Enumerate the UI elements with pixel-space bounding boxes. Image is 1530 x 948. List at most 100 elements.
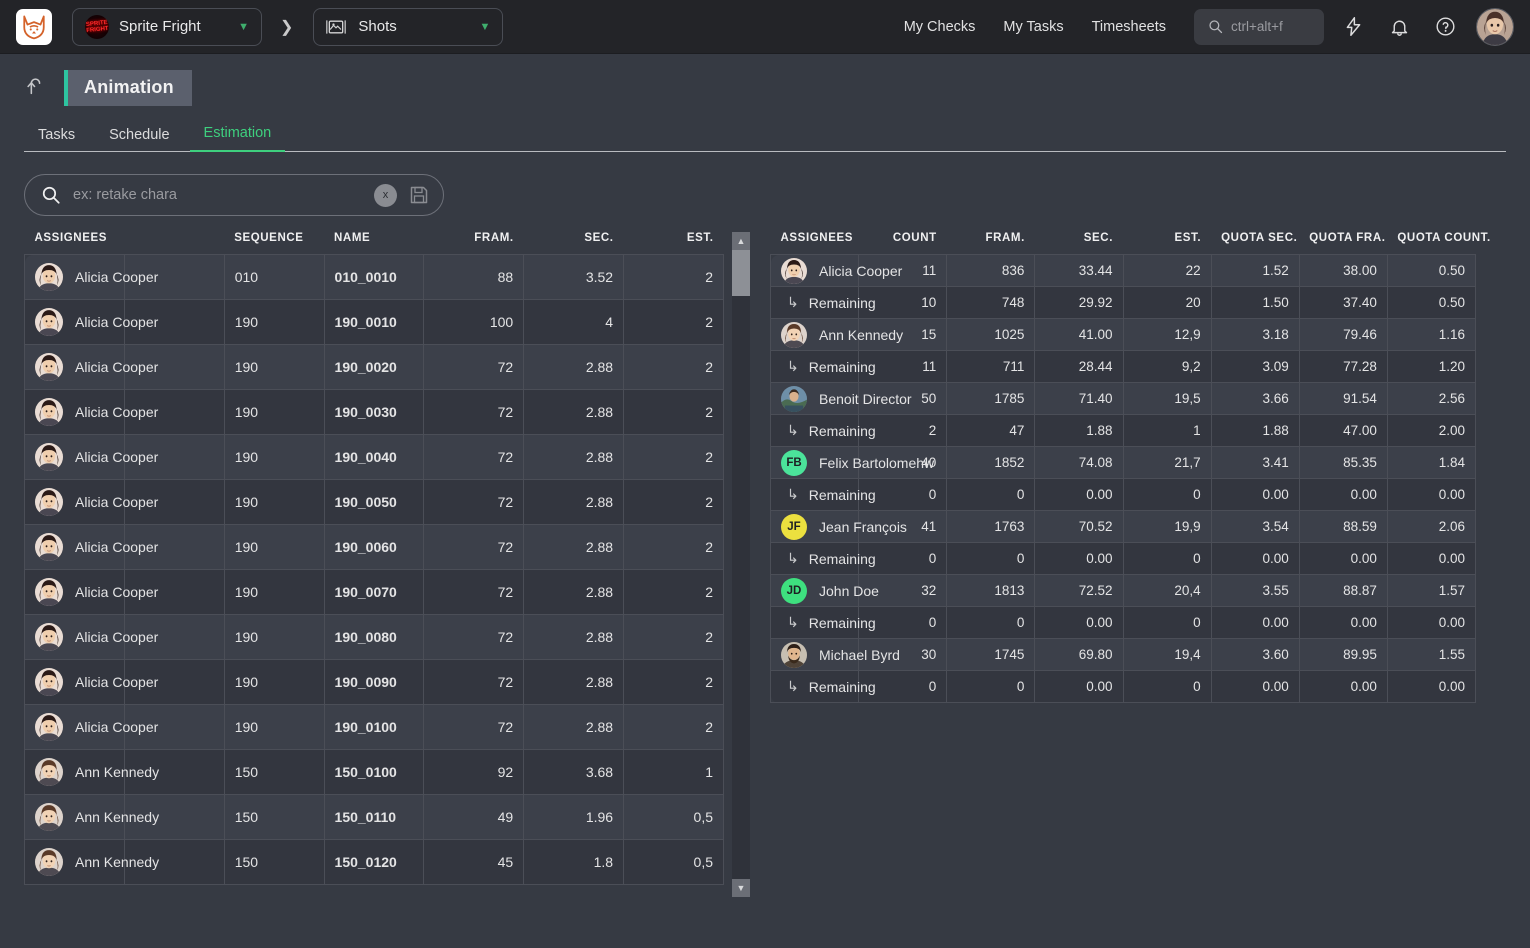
cell-sequence[interactable]: 190 <box>223 479 325 525</box>
cell-assignee[interactable]: Alicia Cooper <box>24 659 158 705</box>
tab-estimation[interactable]: Estimation <box>189 125 286 152</box>
scroll-thumb[interactable] <box>732 250 750 296</box>
cell-sequence[interactable]: 190 <box>223 434 325 480</box>
table-row-remaining[interactable]: ↳ Remaining 0 0 0.00 0 0.00 0.00 0.00 <box>769 606 1477 639</box>
tab-tasks[interactable]: Tasks <box>24 127 89 152</box>
cell-sequence[interactable]: 190 <box>223 659 325 705</box>
notifications-button[interactable] <box>1382 10 1416 44</box>
cell-sequence[interactable]: 190 <box>223 614 325 660</box>
col-estimation[interactable]: EST. <box>624 232 724 255</box>
cell-estimation[interactable]: 2 <box>623 479 724 525</box>
global-search[interactable]: ctrl+alt+f <box>1194 8 1324 45</box>
cell-assignee[interactable]: Ann Kennedy <box>769 318 903 351</box>
cell-name[interactable]: 190_0050 <box>323 479 425 525</box>
cell-assignee[interactable]: Alicia Cooper <box>24 299 158 345</box>
table-row[interactable]: Alicia Cooper 190 190_0100 72 2.88 2 <box>24 704 724 750</box>
cell-assignee[interactable]: Alicia Cooper <box>24 569 158 615</box>
clear-search-button[interactable]: x <box>374 183 397 207</box>
table-row[interactable]: Alicia Cooper 190 190_0040 72 2.88 2 <box>24 434 724 480</box>
cell-estimation[interactable]: 0,5 <box>623 794 724 840</box>
cell-sequence[interactable]: 190 <box>223 389 325 435</box>
back-button[interactable] <box>24 75 50 101</box>
user-avatar[interactable] <box>1476 7 1514 46</box>
table-row[interactable]: Michael Byrd 30 1745 69.80 19,4 3.60 89.95 1.55 <box>769 638 1477 671</box>
nav-my-checks[interactable]: My Checks <box>890 19 990 35</box>
cell-name[interactable]: 190_0030 <box>323 389 425 435</box>
cell-assignee[interactable]: FB Felix Bartolomehw <box>769 446 934 479</box>
cell-assignee[interactable]: Ann Kennedy <box>24 839 159 885</box>
cell-assignee[interactable]: JD John Doe <box>769 574 879 607</box>
nav-timesheets[interactable]: Timesheets <box>1078 19 1180 35</box>
shots-scrollbar[interactable]: ▲ ▼ <box>732 232 750 897</box>
cell-sequence[interactable]: 190 <box>223 344 325 390</box>
col-quota-fra[interactable]: QUOTA FRA. <box>1299 232 1387 255</box>
cell-sequence[interactable]: 190 <box>223 704 325 750</box>
table-row[interactable]: Alicia Cooper 190 190_0050 72 2.88 2 <box>24 479 724 525</box>
cell-name[interactable]: 190_0100 <box>323 704 425 750</box>
cell-estimation[interactable]: 2 <box>623 299 724 345</box>
cell-assignee[interactable]: Alicia Cooper <box>24 434 158 480</box>
cell-assignee[interactable]: Michael Byrd <box>769 638 900 671</box>
cell-name[interactable]: 190_0020 <box>323 344 425 390</box>
cell-assignee[interactable]: Benoit Director <box>769 382 912 415</box>
cell-estimation[interactable]: 2 <box>623 614 724 660</box>
cell-name[interactable]: 190_0090 <box>323 659 425 705</box>
cell-assignee[interactable]: Alicia Cooper <box>24 614 158 660</box>
cell-assignee[interactable]: Alicia Cooper <box>24 524 158 570</box>
cell-estimation[interactable]: 2 <box>623 569 724 615</box>
cell-assignee[interactable]: Alicia Cooper <box>769 254 902 287</box>
table-row[interactable]: Alicia Cooper 11 836 33.44 22 1.52 38.00 0.50 <box>769 254 1477 287</box>
scroll-up-button[interactable]: ▲ <box>732 232 750 250</box>
table-row[interactable]: Benoit Director 50 1785 71.40 19,5 3.66 91.54 2… <box>769 382 1477 415</box>
col-count[interactable]: COUNT <box>859 232 947 255</box>
table-row-remaining[interactable]: ↳ Remaining 2 47 1.88 1 1.88 47.00 2.00 <box>769 414 1477 447</box>
tab-schedule[interactable]: Schedule <box>95 127 183 152</box>
cell-assignee[interactable]: Alicia Cooper <box>24 704 158 750</box>
cell-name[interactable]: 010_0010 <box>323 254 425 300</box>
project-selector[interactable]: SPRITE FRIGHT Sprite Fright ▼ <box>72 7 262 46</box>
table-row[interactable]: Ann Kennedy 150 150_0100 92 3.68 1 <box>24 749 724 795</box>
cell-name[interactable]: 190_0010 <box>323 299 425 345</box>
cell-estimation[interactable]: 2 <box>623 344 724 390</box>
table-row[interactable]: Alicia Cooper 190 190_0020 72 2.88 2 <box>24 344 724 390</box>
table-row[interactable]: Ann Kennedy 150 150_0120 45 1.8 0,5 <box>24 839 724 885</box>
table-row-remaining[interactable]: ↳ Remaining 0 0 0.00 0 0.00 0.00 0.00 <box>769 478 1477 511</box>
scroll-down-button[interactable]: ▼ <box>732 879 750 897</box>
table-row[interactable]: Alicia Cooper 010 010_0010 88 3.52 2 <box>24 254 724 300</box>
cell-assignee[interactable]: JF Jean François <box>769 510 907 543</box>
help-button[interactable] <box>1428 10 1462 44</box>
table-row[interactable]: JF Jean François 41 1763 70.52 19,9 3.54 88.59 2… <box>769 510 1477 543</box>
table-row[interactable]: Alicia Cooper 190 190_0060 72 2.88 2 <box>24 524 724 570</box>
app-logo[interactable] <box>16 8 52 45</box>
cell-estimation[interactable]: 2 <box>623 389 724 435</box>
cell-estimation[interactable]: 2 <box>623 659 724 705</box>
cell-name[interactable]: 190_0080 <box>323 614 425 660</box>
cell-assignee[interactable]: Ann Kennedy <box>24 749 159 795</box>
cell-sequence[interactable]: 150 <box>223 839 325 885</box>
table-row[interactable]: Alicia Cooper 190 190_0080 72 2.88 2 <box>24 614 724 660</box>
col-assignees[interactable]: ASSIGNEES <box>25 232 125 255</box>
col-seconds[interactable]: SEC. <box>524 232 624 255</box>
col-seconds[interactable]: SEC. <box>1035 232 1123 255</box>
table-row[interactable]: Alicia Cooper 190 190_0070 72 2.88 2 <box>24 569 724 615</box>
nav-my-tasks[interactable]: My Tasks <box>989 19 1077 35</box>
cell-assignee[interactable]: Alicia Cooper <box>24 389 158 435</box>
col-frames[interactable]: FRAM. <box>424 232 524 255</box>
cell-estimation[interactable]: 0,5 <box>623 839 724 885</box>
cell-sequence[interactable]: 150 <box>223 749 325 795</box>
table-row-remaining[interactable]: ↳ Remaining 0 0 0.00 0 0.00 0.00 0.00 <box>769 670 1477 703</box>
table-row[interactable]: Alicia Cooper 190 190_0010 100 4 2 <box>24 299 724 345</box>
cell-assignee[interactable]: Alicia Cooper <box>24 479 158 525</box>
cell-sequence[interactable]: 190 <box>223 299 325 345</box>
table-row[interactable]: Ann Kennedy 150 150_0110 49 1.96 0,5 <box>24 794 724 840</box>
col-frames[interactable]: FRAM. <box>947 232 1035 255</box>
cell-name[interactable]: 150_0110 <box>323 794 425 840</box>
cell-estimation[interactable]: 2 <box>623 524 724 570</box>
cell-name[interactable]: 150_0120 <box>323 839 425 885</box>
col-assignees[interactable]: ASSIGNEES <box>771 232 859 255</box>
cell-name[interactable]: 190_0040 <box>323 434 425 480</box>
cell-name[interactable]: 150_0100 <box>323 749 425 795</box>
table-row[interactable]: FB Felix Bartolomehw 40 1852 74.08 21,7 3.41 85… <box>769 446 1477 479</box>
cell-name[interactable]: 190_0070 <box>323 569 425 615</box>
table-row-remaining[interactable]: ↳ Remaining 10 748 29.92 20 1.50 37.40 0.50 <box>769 286 1477 319</box>
